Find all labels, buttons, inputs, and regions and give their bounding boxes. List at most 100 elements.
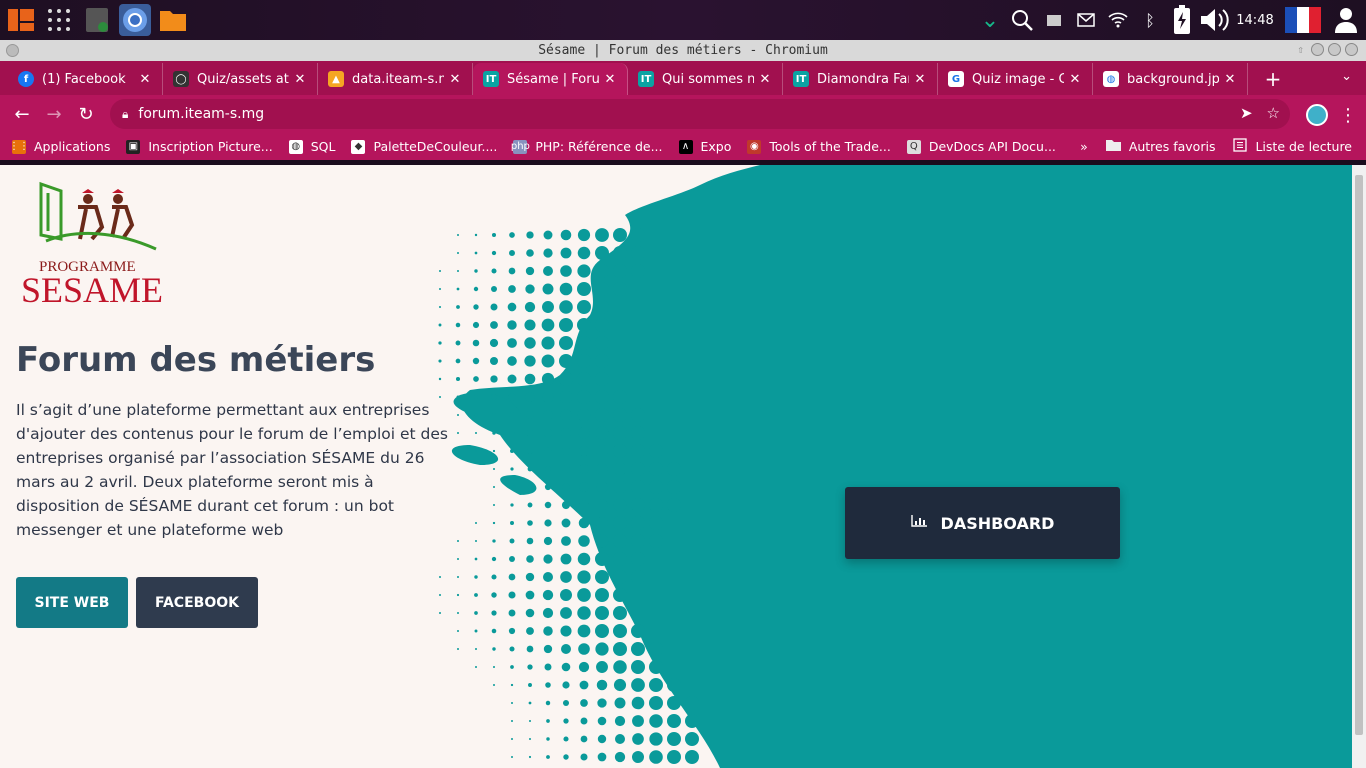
reading-list[interactable]: Liste de lecture [1233, 138, 1352, 155]
it-icon: IT [793, 71, 809, 87]
page-title: Forum des métiers [16, 340, 376, 380]
files-folder-icon[interactable] [157, 4, 189, 36]
tab-search-chevron-icon[interactable]: ⌄ [1341, 69, 1352, 84]
bookmark-5[interactable]: ∧ Expo [678, 139, 732, 154]
tab-close-icon[interactable]: ✕ [138, 72, 152, 87]
forward-arrow-icon[interactable]: → [38, 98, 70, 130]
tab-label: Qui sommes nou [662, 71, 754, 87]
tools-icon: ◉ [747, 139, 762, 154]
bluetooth-icon[interactable]: ᛒ [1134, 4, 1166, 36]
page-scrollbar[interactable] [1352, 165, 1366, 768]
more-vert-icon[interactable]: ⋮ [1338, 99, 1358, 131]
pictures-icon: ▣ [126, 139, 141, 154]
bookmark-label: DevDocs API Docu... [928, 139, 1056, 154]
url-text[interactable]: forum.iteam-s.mg [138, 106, 264, 122]
dashboard-button[interactable]: DASHBOARD [845, 487, 1120, 559]
php-icon: php [510, 139, 530, 154]
tab-close-icon[interactable]: ✕ [1223, 72, 1237, 87]
back-arrow-icon[interactable]: ← [6, 98, 38, 130]
tab-label: background.jpg [1127, 71, 1219, 87]
bookmark-label: Tools of the Trade... [769, 139, 891, 154]
reading-list-label: Liste de lecture [1255, 139, 1352, 154]
bookmark-label: Expo [700, 139, 732, 154]
bookmark-label: SQL [310, 139, 336, 154]
tab-0[interactable]: f (1) Facebook ✕ [8, 63, 163, 95]
bookmark-other[interactable]: Autres favoris [1105, 139, 1216, 154]
battery-charging-icon[interactable] [1166, 4, 1198, 36]
tab-close-icon[interactable]: ✕ [758, 72, 772, 87]
tab-close-icon[interactable]: ✕ [448, 72, 462, 87]
window-menu-dot-icon[interactable] [6, 44, 19, 57]
search-icon[interactable] [1006, 4, 1038, 36]
close-window-icon[interactable] [1345, 43, 1358, 56]
address-bar[interactable]: 🔒︎ forum.iteam-s.mg ➤ ☆ [110, 99, 1290, 129]
tab-label: Quiz image - Go [972, 71, 1064, 87]
bookmark-4[interactable]: php PHP: Référence de... [510, 139, 663, 154]
calculator-icon[interactable] [81, 4, 113, 36]
tab-close-icon[interactable]: ✕ [913, 72, 927, 87]
facebook-button[interactable]: FACEBOOK [136, 577, 258, 628]
lock-icon[interactable]: 🔒︎ [122, 107, 128, 122]
send-icon[interactable]: ➤ [1240, 104, 1253, 122]
profile-avatar[interactable] [1306, 104, 1328, 126]
scrollbar-thumb[interactable] [1355, 175, 1363, 735]
system-top-bar: ⌄ ᛒ 14:48 [0, 0, 1366, 40]
tab-close-icon[interactable]: ✕ [603, 72, 617, 87]
tab-6[interactable]: G Quiz image - Go ✕ [938, 63, 1093, 95]
tab-7[interactable]: ◍ background.jpg ✕ [1093, 63, 1248, 95]
tab-4[interactable]: IT Qui sommes nou ✕ [628, 63, 783, 95]
app-menu-icon[interactable] [5, 4, 37, 36]
bookmark-1[interactable]: ▣ Inscription Picture... [126, 139, 273, 154]
reload-icon[interactable]: ↻ [70, 98, 102, 130]
clock[interactable]: 14:48 [1230, 13, 1280, 28]
app-grid-icon[interactable] [43, 4, 75, 36]
bookmark-label: PaletteDeCouleur.... [373, 139, 498, 154]
sesame-logo[interactable]: PROGRAMME SESAME [16, 179, 166, 310]
site-web-button[interactable]: SITE WEB [16, 577, 128, 628]
wifi-icon[interactable] [1102, 4, 1134, 36]
bookmark-0[interactable]: ⋮⋮ Applications [9, 139, 110, 154]
bookmark-label: PHP: Référence de... [535, 139, 663, 154]
google-icon: G [948, 71, 964, 87]
user-icon[interactable] [1326, 4, 1366, 36]
tab-close-icon[interactable]: ✕ [1068, 72, 1082, 87]
maximize-icon[interactable] [1328, 43, 1341, 56]
tab-label: (1) Facebook [42, 71, 126, 87]
reading-list-icon [1233, 138, 1248, 155]
logo-sesame-text: SESAME [21, 270, 164, 310]
tab-label: Diamondra Fand [817, 71, 909, 87]
page-content: PROGRAMME SESAME Forum des métiers Il s’… [0, 165, 1352, 768]
mail-icon[interactable] [1070, 4, 1102, 36]
facebook-icon: f [18, 71, 34, 87]
clipboard-icon[interactable] [1038, 4, 1070, 36]
tab-label: Sésame | Forum [507, 71, 599, 87]
tab-2[interactable]: ▲ data.iteam-s.mg ✕ [318, 63, 473, 95]
bookmark-label: Inscription Picture... [148, 139, 273, 154]
bookmark-2[interactable]: ◍ SQL [288, 139, 336, 154]
tab-1[interactable]: ◯ Quiz/assets at m ✕ [163, 63, 318, 95]
french-flag-icon[interactable] [1280, 4, 1326, 36]
bookmark-other-label: Autres favoris [1128, 139, 1216, 154]
tab-close-icon[interactable]: ✕ [293, 72, 307, 87]
minimize-icon[interactable] [1311, 43, 1324, 56]
window-pin-icon[interactable]: ⇧ [1294, 43, 1307, 56]
chromium-icon[interactable] [119, 4, 151, 36]
vpn-chevron-icon[interactable]: ⌄ [974, 4, 1006, 36]
new-tab-plus-icon[interactable]: + [1258, 63, 1288, 95]
bookmarks-overflow-chevron-icon[interactable]: » [1080, 139, 1088, 154]
bookmark-7[interactable]: Q DevDocs API Docu... [906, 139, 1056, 154]
volume-icon[interactable] [1198, 4, 1230, 36]
it-icon: IT [638, 71, 654, 87]
globe-icon: ◍ [1103, 71, 1119, 87]
github-icon: ◯ [173, 71, 189, 87]
xampp-icon: ▲ [328, 71, 344, 87]
tab-label: data.iteam-s.mg [352, 71, 444, 87]
bar-chart-icon [910, 515, 927, 531]
tab-5[interactable]: IT Diamondra Fand ✕ [783, 63, 938, 95]
bookmark-3[interactable]: ◆ PaletteDeCouleur.... [351, 139, 497, 154]
it-icon: IT [483, 71, 499, 87]
tab-3[interactable]: IT Sésame | Forum ✕ [473, 63, 628, 95]
bookmark-6[interactable]: ◉ Tools of the Trade... [747, 139, 891, 154]
bookmark-star-icon[interactable]: ☆ [1267, 104, 1280, 122]
globe-icon: ◍ [288, 139, 303, 154]
